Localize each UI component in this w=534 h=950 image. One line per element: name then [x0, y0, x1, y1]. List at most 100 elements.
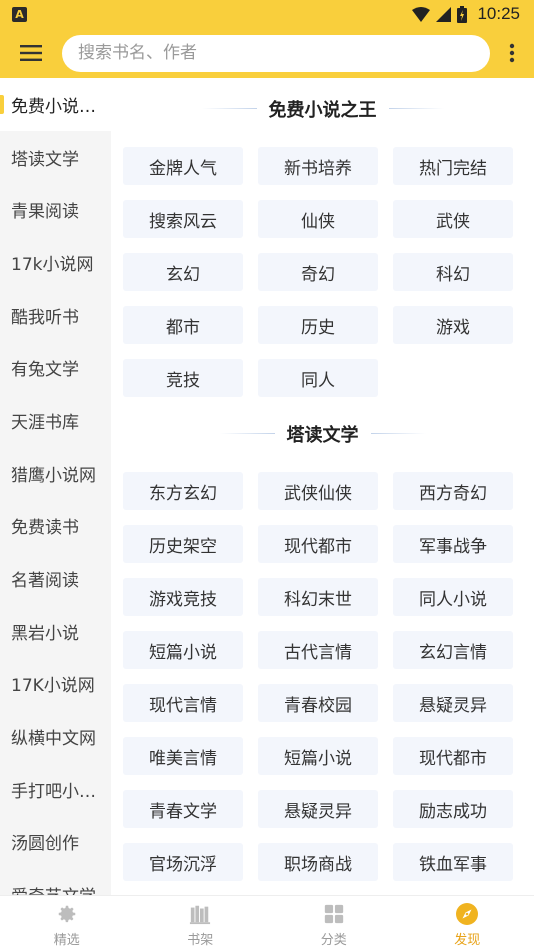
search-box[interactable]	[62, 34, 490, 72]
category-tag[interactable]: 武侠	[393, 200, 513, 238]
battery-icon	[457, 5, 468, 23]
nav-label: 分类	[320, 933, 347, 948]
nav-item-featured[interactable]: 精选	[0, 896, 134, 950]
compass-icon	[455, 902, 479, 926]
category-tag[interactable]: 历史	[258, 306, 378, 344]
divider	[201, 108, 257, 109]
divider	[370, 433, 426, 434]
sidebar-item[interactable]: 猎鹰小说网	[0, 447, 111, 500]
sidebar-item-label: 酷我听书	[11, 307, 79, 328]
sidebar-item-label: 汤圆创作	[11, 834, 79, 855]
category-tag[interactable]: 搜索风云	[123, 200, 243, 238]
category-tag[interactable]: 仙侠	[258, 200, 378, 238]
category-tag[interactable]: 热门完结	[393, 147, 513, 185]
section-header: 免费小说之王	[111, 78, 534, 139]
more-options-button[interactable]	[490, 28, 534, 78]
grid-icon	[322, 902, 346, 926]
gear-icon	[55, 902, 79, 926]
category-content: 免费小说之王 金牌人气 新书培养 热门完结 搜索风云 仙侠 武侠 玄幻 奇幻 科…	[111, 78, 534, 895]
hamburger-menu-icon	[20, 45, 42, 61]
sidebar-item[interactable]: 免费读书	[0, 500, 111, 553]
category-tag[interactable]: 悬疑灵异	[258, 790, 378, 828]
sidebar-item[interactable]: 名著阅读	[0, 552, 111, 605]
category-tag[interactable]: 西方奇幻	[393, 472, 513, 510]
sidebar-item[interactable]: 黑岩小说	[0, 605, 111, 658]
sidebar-item-label: 手打吧小说网	[11, 781, 111, 802]
sidebar-item[interactable]: 青果阅读	[0, 183, 111, 236]
sidebar-item-label: 免费小说之王	[11, 96, 111, 117]
sidebar-item-label: 黑岩小说	[11, 623, 79, 644]
category-tag[interactable]: 新书培养	[258, 147, 378, 185]
category-tag[interactable]: 玄幻言情	[393, 631, 513, 669]
category-tag[interactable]: 历史架空	[123, 525, 243, 563]
sidebar-item-label: 塔读文学	[11, 149, 79, 170]
category-tag[interactable]: 奇幻	[258, 253, 378, 291]
category-tag[interactable]: 科幻末世	[258, 578, 378, 616]
category-tag[interactable]: 职场商战	[258, 843, 378, 881]
category-tag[interactable]: 科幻	[393, 253, 513, 291]
category-tag[interactable]: 军事战争	[393, 525, 513, 563]
category-tag[interactable]: 励志成功	[393, 790, 513, 828]
category-tag[interactable]: 玄幻	[123, 253, 243, 291]
status-bar: A 10:25	[0, 0, 534, 28]
wifi-icon	[412, 6, 431, 22]
sidebar-item[interactable]: 纵横中文网	[0, 710, 111, 763]
sidebar-item-label: 爱奇艺文学	[11, 882, 96, 895]
category-tag[interactable]: 现代都市	[258, 525, 378, 563]
sidebar-item[interactable]: 汤圆创作	[0, 816, 111, 869]
nav-item-category[interactable]: 分类	[267, 896, 401, 950]
category-tag[interactable]: 唯美言情	[123, 737, 243, 775]
category-tag[interactable]: 游戏	[393, 306, 513, 344]
sidebar-item[interactable]: 酷我听书	[0, 289, 111, 342]
sidebar-item[interactable]: 手打吧小说网	[0, 763, 111, 816]
category-tag[interactable]: 铁血军事	[393, 843, 513, 881]
section-title: 免费小说之王	[268, 99, 377, 121]
category-tag[interactable]: 短篇小说	[258, 737, 378, 775]
category-tag[interactable]: 青春文学	[123, 790, 243, 828]
nav-item-bookshelf[interactable]: 书架	[134, 896, 268, 950]
category-tag[interactable]: 同人小说	[393, 578, 513, 616]
category-tag[interactable]: 悬疑灵异	[393, 684, 513, 722]
sidebar-item-label: 青果阅读	[11, 202, 79, 223]
app-bar	[0, 28, 534, 78]
sidebar-item-label: 17k小说网	[11, 254, 94, 275]
nav-item-discover[interactable]: 发现	[401, 896, 534, 950]
category-tag[interactable]: 都市	[123, 306, 243, 344]
status-time: 10:25	[477, 4, 520, 23]
menu-button[interactable]	[0, 28, 62, 78]
category-tag[interactable]: 古代言情	[258, 631, 378, 669]
sidebar-item[interactable]: 爱奇艺文学	[0, 868, 111, 895]
sidebar-item[interactable]: 塔读文学	[0, 131, 111, 184]
sidebar-item-label: 纵横中文网	[11, 729, 96, 750]
category-tag[interactable]: 现代言情	[123, 684, 243, 722]
search-input[interactable]	[78, 43, 490, 63]
sidebar-item[interactable]: 有兔文学	[0, 341, 111, 394]
category-tag[interactable]: 官场沉浮	[123, 843, 243, 881]
app-notification-icon: A	[12, 6, 27, 22]
category-tag[interactable]: 游戏竞技	[123, 578, 243, 616]
nav-label: 书架	[187, 933, 214, 948]
tag-grid: 东方玄幻 武侠仙侠 西方奇幻 历史架空 现代都市 军事战争 游戏竞技 科幻末世 …	[111, 464, 534, 881]
sidebar-item[interactable]: 17K小说网	[0, 658, 111, 711]
category-tag[interactable]: 青春校园	[258, 684, 378, 722]
category-tag[interactable]: 武侠仙侠	[258, 472, 378, 510]
signal-icon	[436, 6, 452, 22]
category-tag[interactable]: 同人	[258, 359, 378, 397]
sidebar-item[interactable]: 天涯书库	[0, 394, 111, 447]
sidebar-item-label: 免费读书	[11, 518, 79, 539]
divider	[388, 108, 444, 109]
divider	[219, 433, 275, 434]
category-tag[interactable]: 现代都市	[393, 737, 513, 775]
category-tag[interactable]: 竞技	[123, 359, 243, 397]
sidebar-item-label: 17K小说网	[11, 676, 95, 697]
category-tag[interactable]: 东方玄幻	[123, 472, 243, 510]
section-header: 塔读文学	[111, 403, 534, 464]
sidebar-item-label: 猎鹰小说网	[11, 465, 96, 486]
category-tag[interactable]: 金牌人气	[123, 147, 243, 185]
sidebar-item[interactable]: 17k小说网	[0, 236, 111, 289]
sidebar-item[interactable]: 免费小说之王	[0, 78, 111, 131]
nav-label: 发现	[454, 933, 481, 948]
sidebar-item-label: 有兔文学	[11, 360, 79, 381]
category-tag[interactable]: 短篇小说	[123, 631, 243, 669]
sidebar-item-label: 天涯书库	[11, 412, 79, 433]
